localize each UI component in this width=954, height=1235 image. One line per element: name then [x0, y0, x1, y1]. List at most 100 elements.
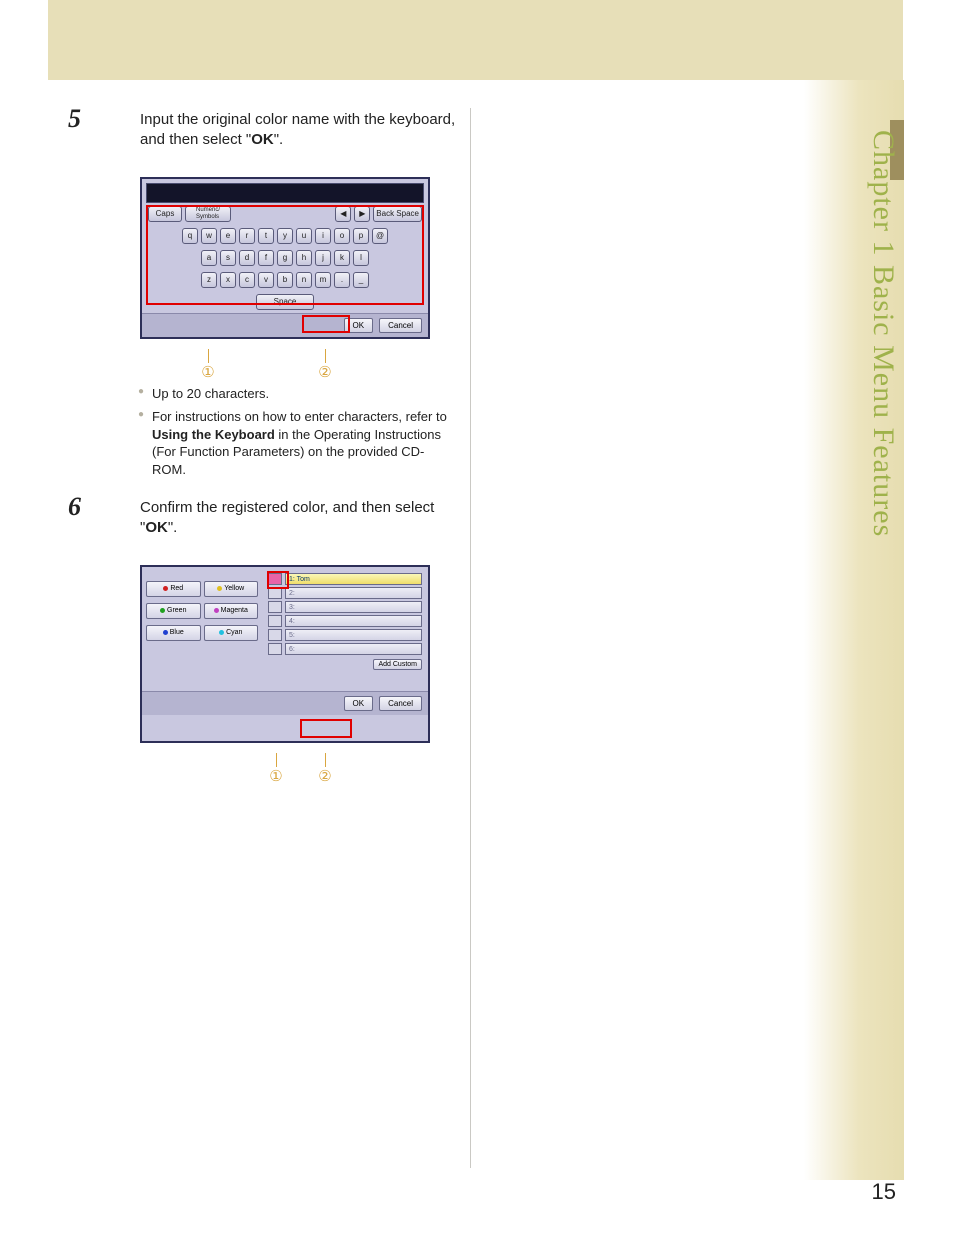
kb-toolbar: Caps Numeric/ Symbols ◀ ▶ Back Space	[142, 203, 428, 225]
kb-key-_[interactable]: _	[353, 272, 369, 288]
cp-bottom-bar: OK Cancel	[142, 691, 428, 715]
step-5: 5 Input the original color name with the…	[98, 110, 468, 151]
kb-key-d[interactable]: d	[239, 250, 255, 266]
kb-row-2: asdfghjkl	[142, 247, 428, 269]
callout-2: ②	[318, 767, 331, 786]
cp-slot-2[interactable]: 2:	[268, 587, 422, 599]
color-dot-icon	[217, 586, 222, 591]
kb-callouts: ① ②	[140, 349, 430, 385]
kb-key-v[interactable]: v	[258, 272, 274, 288]
step6-pre: Confirm the registered color, and then s…	[140, 499, 434, 536]
kb-numeric[interactable]: Numeric/ Symbols	[185, 206, 231, 222]
kb-key-s[interactable]: s	[220, 250, 236, 266]
kb-left-arrow-icon[interactable]: ◀	[335, 206, 351, 222]
keyboard-figure: Caps Numeric/ Symbols ◀ ▶ Back Space qwe…	[140, 177, 468, 339]
kb-right-arrow-icon[interactable]: ▶	[354, 206, 370, 222]
cp-ok-button[interactable]: OK	[344, 696, 374, 711]
cp-wrap: Red Yellow GreenMagenta Blue Cyan 1: Tom 2: 3:…	[142, 567, 428, 715]
content-column: 5 Input the original color name with the…	[98, 110, 468, 789]
cp-color-green[interactable]: Green	[146, 603, 201, 619]
bullet-2-bold: Using the Keyboard	[152, 427, 275, 442]
kb-space[interactable]: Space	[256, 294, 314, 310]
cp-color-blue[interactable]: Blue	[146, 625, 201, 641]
cp-callouts: ① ②	[140, 753, 430, 789]
cp-color-cyan[interactable]: Cyan	[204, 625, 259, 641]
cp-slot-6[interactable]: 6:	[268, 643, 422, 655]
kb-key-z[interactable]: z	[201, 272, 217, 288]
cp-color-label: Cyan	[226, 629, 242, 636]
kb-key-q[interactable]: q	[182, 228, 198, 244]
bullet-2: For instructions on how to enter charact…	[152, 408, 458, 478]
cp-color-yellow[interactable]: Yellow	[204, 581, 259, 597]
kb-key-a[interactable]: a	[201, 250, 217, 266]
cp-slot-5[interactable]: 5:	[268, 629, 422, 641]
kb-key-w[interactable]: w	[201, 228, 217, 244]
kb-key-r[interactable]: r	[239, 228, 255, 244]
color-panel-figure: Red Yellow GreenMagenta Blue Cyan 1: Tom 2: 3:…	[140, 565, 468, 743]
cp-color-label: Red	[170, 585, 183, 592]
cp-color-label: Yellow	[224, 585, 244, 592]
cp-swatch	[268, 615, 282, 627]
step-text: Confirm the registered color, and then s…	[140, 498, 468, 539]
callout-tick	[325, 753, 326, 767]
kb-ok-button[interactable]: OK	[344, 318, 374, 333]
kb-key-h[interactable]: h	[296, 250, 312, 266]
kb-key-p[interactable]: p	[353, 228, 369, 244]
cp-add-custom-button[interactable]: Add Custom	[373, 659, 422, 670]
cp-slot-label: 1: Tom	[285, 573, 422, 585]
kb-key-.[interactable]: .	[334, 272, 350, 288]
kb-row-1: qwertyuiop@	[142, 225, 428, 247]
kb-space-row: Space	[142, 291, 428, 313]
kb-key-i[interactable]: i	[315, 228, 331, 244]
kb-key-g[interactable]: g	[277, 250, 293, 266]
kb-key-k[interactable]: k	[334, 250, 350, 266]
kb-key-o[interactable]: o	[334, 228, 350, 244]
kb-input-field	[146, 183, 424, 203]
kb-bottom-bar: OK Cancel	[142, 313, 428, 337]
bullet-2-text: For instructions on how to enter charact…	[152, 409, 447, 424]
cp-swatch	[268, 643, 282, 655]
cp-color-label: Blue	[170, 629, 184, 636]
cp-slot-label: 3:	[285, 601, 422, 613]
cp-cancel-button[interactable]: Cancel	[379, 696, 422, 711]
kb-key-j[interactable]: j	[315, 250, 331, 266]
step-6: 6 Confirm the registered color, and then…	[98, 498, 468, 539]
kb-key-e[interactable]: e	[220, 228, 236, 244]
color-dot-icon	[214, 608, 219, 613]
bullet-1: Up to 20 characters.	[152, 385, 458, 403]
kb-key-b[interactable]: b	[277, 272, 293, 288]
kb-key-y[interactable]: y	[277, 228, 293, 244]
kb-key-@[interactable]: @	[372, 228, 388, 244]
color-dot-icon	[219, 630, 224, 635]
kb-backspace[interactable]: Back Space	[373, 206, 422, 222]
cp-color-red[interactable]: Red	[146, 581, 201, 597]
cp-slot-3[interactable]: 3:	[268, 601, 422, 613]
kb-key-x[interactable]: x	[220, 272, 236, 288]
step-text: Input the original color name with the k…	[140, 110, 468, 151]
highlight-box-2	[300, 719, 352, 738]
page-number: 15	[872, 1179, 896, 1205]
chapter-label: Chapter 1 Basic Menu Features	[866, 130, 900, 537]
kb-key-c[interactable]: c	[239, 272, 255, 288]
kb-key-l[interactable]: l	[353, 250, 369, 266]
kb-cancel-button[interactable]: Cancel	[379, 318, 422, 333]
kb-caps[interactable]: Caps	[148, 206, 182, 222]
step6-post: ".	[168, 519, 178, 536]
callout-1: ①	[201, 363, 214, 382]
kb-key-f[interactable]: f	[258, 250, 274, 266]
cp-slot-4[interactable]: 4:	[268, 615, 422, 627]
callout-1: ①	[269, 767, 282, 786]
cp-slot-label: 2:	[285, 587, 422, 599]
kb-key-m[interactable]: m	[315, 272, 331, 288]
cp-color-magenta[interactable]: Magenta	[204, 603, 259, 619]
kb-key-n[interactable]: n	[296, 272, 312, 288]
cp-slot-1[interactable]: 1: Tom	[268, 573, 422, 585]
color-panel-screenshot: Red Yellow GreenMagenta Blue Cyan 1: Tom 2: 3:…	[140, 565, 430, 743]
keyboard-screenshot: Caps Numeric/ Symbols ◀ ▶ Back Space qwe…	[140, 177, 430, 339]
color-dot-icon	[160, 608, 165, 613]
kb-key-t[interactable]: t	[258, 228, 274, 244]
step-number: 5	[68, 104, 81, 134]
kb-key-u[interactable]: u	[296, 228, 312, 244]
step-number: 6	[68, 492, 81, 522]
cp-swatch	[268, 573, 282, 585]
